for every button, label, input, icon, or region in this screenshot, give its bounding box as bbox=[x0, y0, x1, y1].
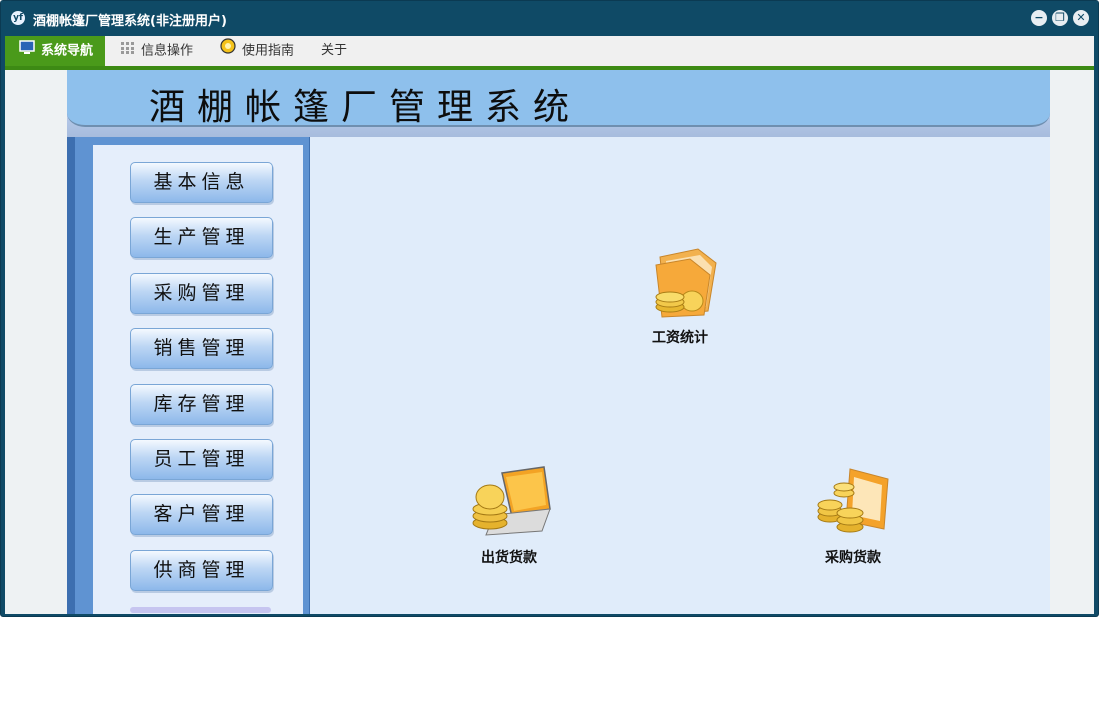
minimize-button[interactable]: − bbox=[1031, 10, 1047, 26]
app-window: yf 酒棚帐篷厂管理系统(非注册用户) − ❐ ✕ 系统导航 信息操作 使用指南… bbox=[0, 0, 1099, 617]
menu-bar: 系统导航 信息操作 使用指南 关于 bbox=[5, 36, 1094, 66]
menu-item-label: 系统导航 bbox=[41, 43, 94, 59]
tile-label: 出货货款 bbox=[481, 550, 537, 566]
banner-band: 酒棚帐篷厂管理系统 bbox=[67, 70, 1050, 128]
tile-shipment-payment[interactable]: 出货货款 bbox=[454, 465, 564, 567]
sidebar-panel: 基本信息 生产管理 采购管理 销售管理 库存管理 员工管理 客户管理 供商管理 bbox=[93, 145, 303, 614]
close-button[interactable]: ✕ bbox=[1073, 10, 1089, 26]
banner-title: 酒棚帐篷厂管理系统 bbox=[149, 87, 582, 128]
sidebar-more-button[interactable] bbox=[130, 607, 271, 613]
header-banner: 酒棚帐篷厂管理系统 bbox=[67, 70, 1050, 137]
tile-label: 工资统计 bbox=[652, 330, 708, 346]
client-area: 酒棚帐篷厂管理系统 基本信息 生产管理 采购管理 销售管理 库存管理 员工管理 … bbox=[5, 70, 1094, 614]
sidebar-staff-button[interactable]: 员工管理 bbox=[130, 439, 273, 480]
menu-item-label: 信息操作 bbox=[141, 43, 194, 59]
menu-about[interactable]: 关于 bbox=[321, 36, 347, 66]
menu-item-label: 关于 bbox=[321, 43, 348, 58]
menu-item-label: 使用指南 bbox=[242, 43, 295, 59]
grid-icon bbox=[121, 36, 135, 66]
tile-purchase-payment[interactable]: 采购货款 bbox=[798, 465, 908, 567]
main-area: 工资统计 出货货款 采购货款 bbox=[310, 137, 1050, 614]
restore-button[interactable]: ❐ bbox=[1052, 10, 1068, 26]
tile-label: 采购货款 bbox=[825, 550, 881, 566]
sidebar-basic-info-button[interactable]: 基本信息 bbox=[130, 162, 273, 203]
help-icon bbox=[220, 36, 236, 66]
title-bar[interactable]: yf 酒棚帐篷厂管理系统(非注册用户) − ❐ ✕ bbox=[1, 1, 1098, 35]
sidebar-inventory-button[interactable]: 库存管理 bbox=[130, 384, 273, 425]
menu-user-guide[interactable]: 使用指南 bbox=[220, 36, 294, 66]
content-panel: 酒棚帐篷厂管理系统 基本信息 生产管理 采购管理 销售管理 库存管理 员工管理 … bbox=[67, 70, 1050, 614]
menu-system-nav[interactable]: 系统导航 bbox=[5, 36, 106, 66]
sidebar-purchasing-button[interactable]: 采购管理 bbox=[130, 273, 273, 314]
sidebar: 基本信息 生产管理 采购管理 销售管理 库存管理 员工管理 客户管理 供商管理 bbox=[67, 137, 309, 614]
window-title: 酒棚帐篷厂管理系统(非注册用户) bbox=[33, 14, 227, 29]
monitor-icon bbox=[19, 36, 35, 66]
sidebar-customer-button[interactable]: 客户管理 bbox=[130, 494, 273, 535]
sidebar-supplier-button[interactable]: 供商管理 bbox=[130, 550, 273, 591]
tile-salary-stats[interactable]: 工资统计 bbox=[630, 245, 730, 347]
sidebar-production-button[interactable]: 生产管理 bbox=[130, 217, 273, 258]
sidebar-sales-button[interactable]: 销售管理 bbox=[130, 328, 273, 369]
menu-info-ops[interactable]: 信息操作 bbox=[121, 36, 193, 66]
app-logo-icon: yf bbox=[11, 11, 25, 25]
